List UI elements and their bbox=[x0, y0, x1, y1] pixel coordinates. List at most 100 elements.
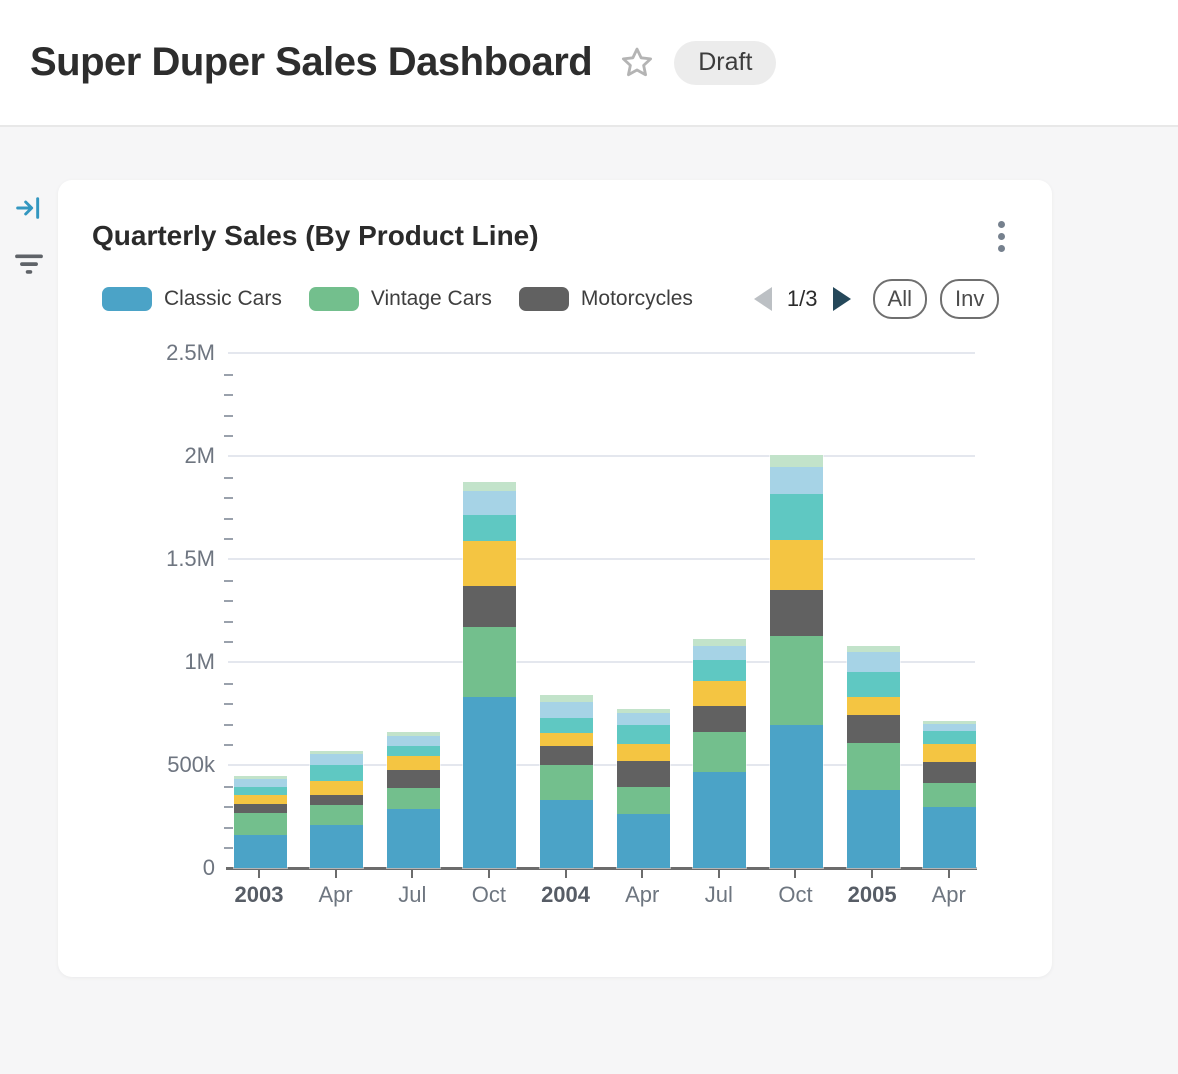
legend-label: Vintage Cars bbox=[371, 287, 492, 311]
bar-segment[interactable] bbox=[770, 455, 823, 467]
y-axis-minor-tick bbox=[224, 621, 233, 623]
bar-segment[interactable] bbox=[923, 783, 976, 807]
bar-segment[interactable] bbox=[463, 586, 516, 627]
collapse-panel-icon[interactable] bbox=[11, 190, 47, 226]
bar-segment[interactable] bbox=[770, 467, 823, 494]
star-icon[interactable] bbox=[618, 44, 656, 82]
y-axis-minor-tick bbox=[224, 394, 233, 396]
legend-item[interactable]: Vintage Cars bbox=[309, 287, 492, 311]
status-badge: Draft bbox=[674, 41, 776, 85]
y-axis-minor-tick bbox=[224, 518, 233, 520]
bar-segment[interactable] bbox=[847, 790, 900, 867]
bar-segment[interactable] bbox=[310, 825, 363, 868]
bar-segment[interactable] bbox=[847, 743, 900, 791]
bar-segment[interactable] bbox=[617, 761, 670, 787]
bar-segment[interactable] bbox=[310, 781, 363, 795]
bar-segment[interactable] bbox=[540, 718, 593, 733]
bar-segment[interactable] bbox=[770, 494, 823, 541]
bar-segment[interactable] bbox=[847, 652, 900, 672]
bar-segment[interactable] bbox=[234, 813, 287, 835]
bar-segment[interactable] bbox=[693, 706, 746, 733]
legend-item[interactable]: Classic Cars bbox=[102, 287, 282, 311]
bar[interactable] bbox=[462, 481, 517, 869]
bar-segment[interactable] bbox=[234, 835, 287, 868]
bar-segment[interactable] bbox=[770, 725, 823, 868]
bar-segment[interactable] bbox=[463, 541, 516, 585]
bar-segment[interactable] bbox=[387, 788, 440, 810]
y-axis-minor-tick bbox=[224, 744, 233, 746]
bar-segment[interactable] bbox=[540, 746, 593, 765]
legend-prev-icon[interactable] bbox=[752, 286, 774, 312]
bar[interactable] bbox=[616, 708, 671, 869]
bar-segment[interactable] bbox=[693, 639, 746, 646]
bar-segment[interactable] bbox=[693, 732, 746, 772]
bar-segment[interactable] bbox=[387, 770, 440, 788]
bar-segment[interactable] bbox=[923, 807, 976, 868]
bar-segment[interactable] bbox=[617, 744, 670, 761]
bar-segment[interactable] bbox=[923, 762, 976, 783]
bar-segment[interactable] bbox=[923, 731, 976, 744]
bar-segment[interactable] bbox=[923, 724, 976, 731]
legend-item[interactable]: Motorcycles bbox=[519, 287, 693, 311]
bar[interactable] bbox=[922, 720, 977, 869]
bar-segment[interactable] bbox=[234, 787, 287, 795]
bar-segment[interactable] bbox=[540, 765, 593, 800]
bar-segment[interactable] bbox=[463, 491, 516, 514]
bar[interactable] bbox=[769, 454, 824, 869]
x-axis-tick bbox=[411, 870, 413, 878]
bar-segment[interactable] bbox=[693, 646, 746, 660]
chart-title: Quarterly Sales (By Product Line) bbox=[92, 220, 539, 252]
bar-segment[interactable] bbox=[847, 672, 900, 697]
bar-segment[interactable] bbox=[540, 733, 593, 746]
y-axis-minor-tick bbox=[224, 600, 233, 602]
bar-segment[interactable] bbox=[234, 779, 287, 787]
bar-segment[interactable] bbox=[770, 590, 823, 636]
y-axis-minor-tick bbox=[224, 477, 233, 479]
legend-next-icon[interactable] bbox=[831, 286, 853, 312]
y-axis-minor-tick bbox=[224, 435, 233, 437]
bar-segment[interactable] bbox=[617, 787, 670, 814]
y-axis-minor-tick bbox=[224, 641, 233, 643]
bar-segment[interactable] bbox=[310, 805, 363, 825]
bar-segment[interactable] bbox=[770, 636, 823, 726]
bar-segment[interactable] bbox=[463, 697, 516, 868]
bar-segment[interactable] bbox=[310, 765, 363, 780]
bar-segment[interactable] bbox=[540, 702, 593, 719]
bar-segment[interactable] bbox=[234, 795, 287, 804]
bar-segment[interactable] bbox=[617, 713, 670, 726]
bar-segment[interactable] bbox=[387, 746, 440, 755]
legend-invert-button[interactable]: Inv bbox=[940, 279, 999, 319]
filter-icon[interactable] bbox=[11, 244, 47, 280]
bar-segment[interactable] bbox=[693, 660, 746, 681]
bar-segment[interactable] bbox=[234, 804, 287, 813]
bar[interactable] bbox=[539, 694, 594, 869]
bar-segment[interactable] bbox=[923, 744, 976, 762]
bar-segment[interactable] bbox=[617, 725, 670, 744]
bar[interactable] bbox=[309, 750, 364, 869]
x-axis-tick bbox=[948, 870, 950, 878]
app-header: Super Duper Sales Dashboard Draft bbox=[0, 0, 1178, 127]
bar-segment[interactable] bbox=[310, 795, 363, 805]
bar-segment[interactable] bbox=[310, 754, 363, 765]
bar-segment[interactable] bbox=[770, 540, 823, 590]
bar[interactable] bbox=[386, 731, 441, 869]
bar-segment[interactable] bbox=[463, 482, 516, 491]
kebab-menu-icon[interactable] bbox=[988, 216, 1014, 256]
x-axis-tick bbox=[565, 870, 567, 878]
legend-select-all-button[interactable]: All bbox=[873, 279, 927, 319]
bar-segment[interactable] bbox=[693, 772, 746, 868]
bar[interactable] bbox=[846, 645, 901, 869]
bar-segment[interactable] bbox=[847, 697, 900, 715]
bar[interactable] bbox=[233, 775, 288, 869]
bar-segment[interactable] bbox=[540, 800, 593, 868]
bar-segment[interactable] bbox=[847, 715, 900, 743]
bar-segment[interactable] bbox=[387, 756, 440, 770]
bar-segment[interactable] bbox=[463, 627, 516, 697]
bar-segment[interactable] bbox=[693, 681, 746, 706]
bar-segment[interactable] bbox=[463, 515, 516, 542]
bar-segment[interactable] bbox=[387, 809, 440, 868]
bar-segment[interactable] bbox=[617, 814, 670, 868]
x-axis-tick bbox=[871, 870, 873, 878]
bar[interactable] bbox=[692, 638, 747, 869]
bar-segment[interactable] bbox=[387, 736, 440, 746]
